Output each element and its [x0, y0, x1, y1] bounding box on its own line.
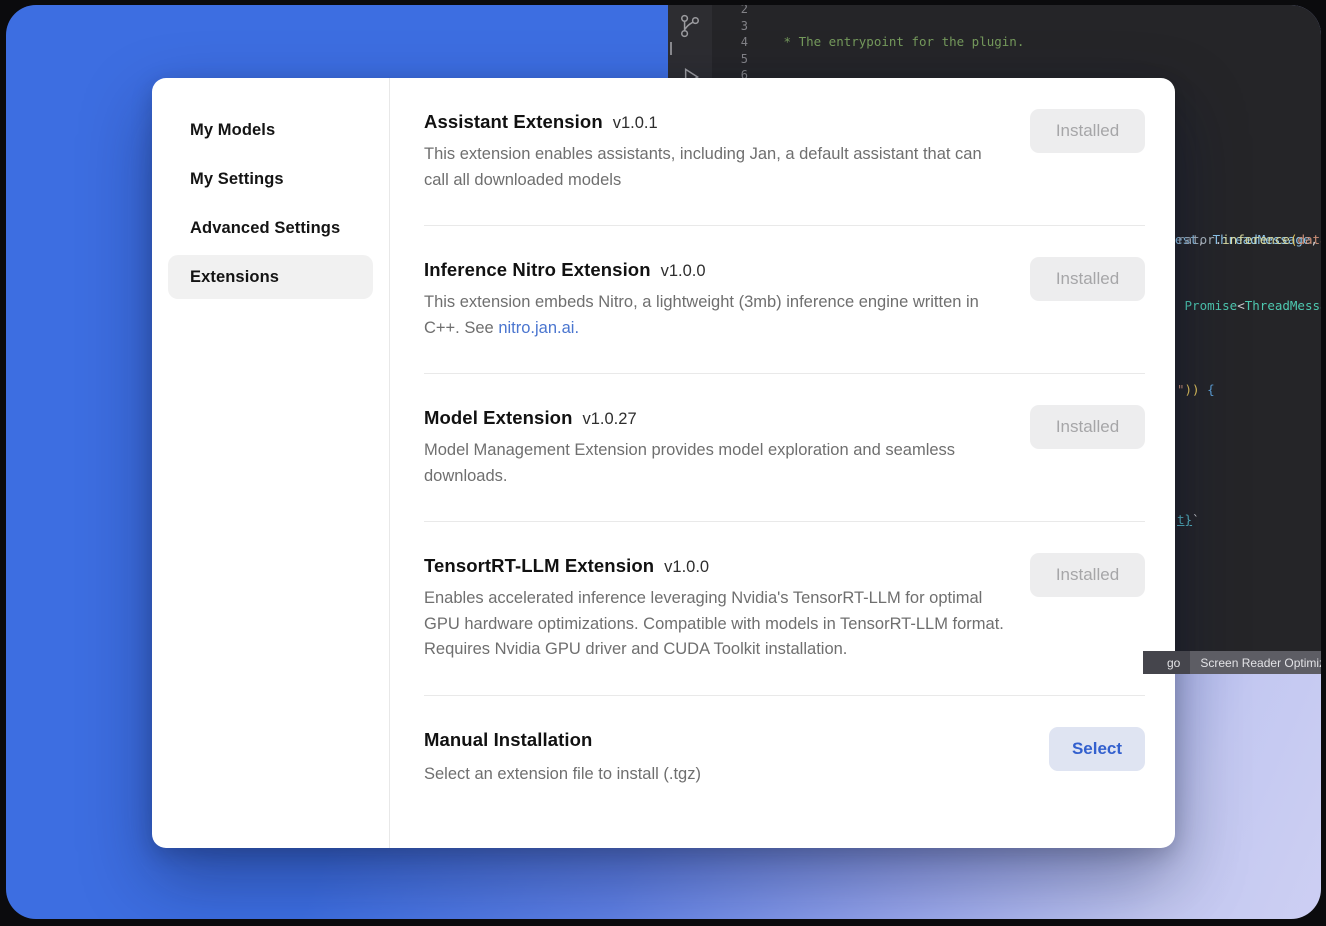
extension-version: v1.0.1: [613, 114, 658, 133]
extension-name: Inference Nitro Extension: [424, 259, 651, 281]
extension-version: v1.0.0: [661, 262, 706, 281]
editor-status-bar: go Screen Reader Optimize: [1143, 651, 1321, 674]
extension-version: v1.0.27: [583, 410, 637, 429]
extension-name: TensortRT-LLM Extension: [424, 555, 654, 577]
extension-row-tensorrt-llm: TensortRT-LLM Extension v1.0.0 Enables a…: [424, 521, 1145, 695]
extension-name: Assistant Extension: [424, 111, 603, 133]
code-fragment: t}`: [1177, 512, 1200, 529]
sidebar-item-my-settings[interactable]: My Settings: [168, 157, 373, 201]
code-fragment: ")) {: [1177, 382, 1215, 399]
extension-row-model: Model Extension v1.0.27 Model Management…: [424, 373, 1145, 521]
screen-reader-optimize-button[interactable]: Screen Reader Optimize: [1190, 651, 1321, 674]
extension-description: This extension enables assistants, inclu…: [424, 142, 1009, 193]
nitro-jan-ai-link[interactable]: nitro.jan.ai.: [498, 319, 579, 337]
extension-description: This extension embeds Nitro, a lightweig…: [424, 290, 1009, 341]
line-numbers: 2 3 4 5 6: [712, 5, 756, 84]
select-file-button[interactable]: Select: [1049, 727, 1145, 771]
sidebar-item-advanced-settings[interactable]: Advanced Settings: [168, 206, 373, 250]
installed-button[interactable]: Installed: [1030, 109, 1145, 153]
extension-name: Model Extension: [424, 407, 573, 429]
installed-button[interactable]: Installed: [1030, 257, 1145, 301]
sidebar-item-my-models[interactable]: My Models: [168, 108, 373, 152]
extension-description: Model Management Extension provides mode…: [424, 438, 1009, 489]
manual-installation-description: Select an extension file to install (.tg…: [424, 762, 701, 788]
extensions-list: Assistant Extension v1.0.1 This extensio…: [390, 78, 1175, 848]
extension-row-assistant: Assistant Extension v1.0.1 This extensio…: [424, 78, 1145, 225]
code-line: * The entrypoint for the plugin.: [776, 34, 1321, 51]
manual-installation-title: Manual Installation: [424, 729, 592, 751]
settings-modal: My Models My Settings Advanced Settings …: [152, 78, 1175, 848]
sidebar-item-extensions[interactable]: Extensions: [168, 255, 373, 299]
installed-button[interactable]: Installed: [1030, 553, 1145, 597]
code-fragment: rator.inference(data));: [1177, 232, 1321, 249]
text-cursor: [670, 42, 672, 55]
extension-description: Enables accelerated inference leveraging…: [424, 586, 1009, 663]
code-fragment: Promise<ThreadMessage>: [1177, 298, 1321, 315]
desktop-window: 2 3 4 5 6 * The entrypoint for the plugi…: [6, 5, 1321, 919]
source-control-icon[interactable]: [677, 13, 703, 44]
status-bar-text: go: [1143, 656, 1190, 670]
manual-installation-row: Manual Installation Select an extension …: [424, 695, 1145, 812]
extension-version: v1.0.0: [664, 558, 709, 577]
extension-row-inference-nitro: Inference Nitro Extension v1.0.0 This ex…: [424, 225, 1145, 373]
installed-button[interactable]: Installed: [1030, 405, 1145, 449]
settings-sidebar: My Models My Settings Advanced Settings …: [152, 78, 390, 848]
